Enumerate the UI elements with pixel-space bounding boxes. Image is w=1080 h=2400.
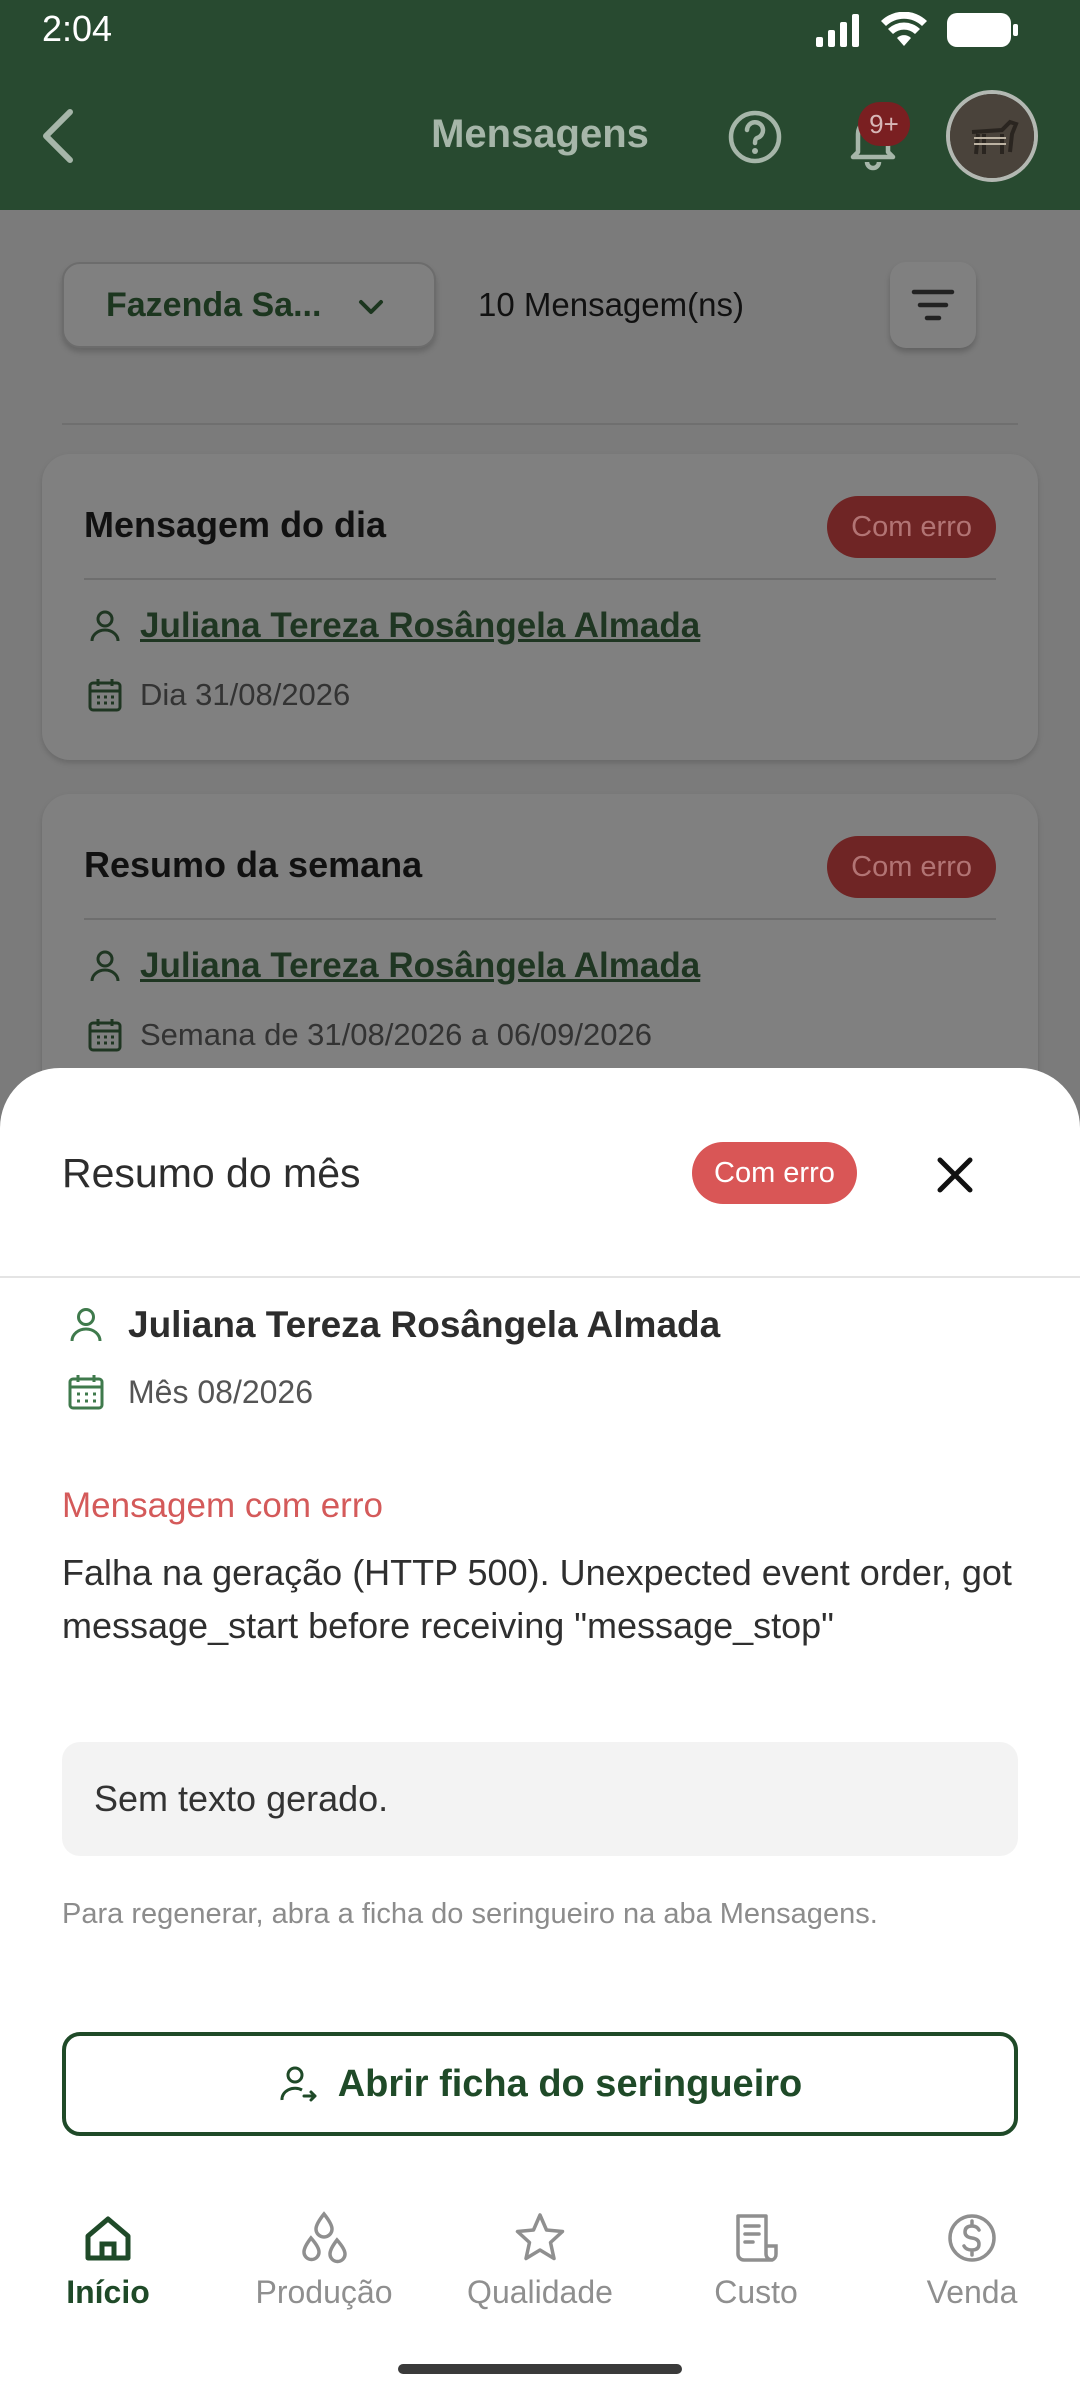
farm-select[interactable]: Fazenda Sa... [62, 262, 436, 348]
nav-item-producao[interactable]: Produção [216, 2180, 432, 2340]
card-divider [84, 578, 996, 580]
app-header: 2:04 Mensagens 9+ [0, 0, 1080, 210]
user-arrow-icon [280, 2066, 317, 2102]
card-person-name: Juliana Tereza Rosângela Almada [140, 606, 701, 645]
dollar-icon [948, 2214, 996, 2262]
calendar-icon [68, 1375, 104, 1410]
calendar-icon [88, 1019, 122, 1052]
status-badge: Com erro [827, 836, 996, 898]
divider [62, 423, 1018, 425]
battery-icon [947, 13, 1018, 47]
home-icon [85, 2216, 131, 2261]
sheet-person: Juliana Tereza Rosângela Almada [66, 1304, 720, 1346]
card-date-text: Semana de 31/08/2026 a 06/09/2026 [140, 1017, 652, 1052]
generated-text: Sem texto gerado. [94, 1778, 389, 1819]
chevron-down-icon [359, 300, 383, 314]
nav-label: Início [66, 2274, 150, 2310]
star-icon [515, 2213, 565, 2261]
error-text: Falha na geração (HTTP 500). Unexpected … [62, 1552, 1012, 1646]
help-button[interactable] [726, 108, 784, 166]
card-person-link[interactable]: Juliana Tereza Rosângela Almada [86, 946, 700, 986]
user-icon [70, 1308, 102, 1342]
message-card[interactable]: Mensagem do dia Com erro Juliana Tereza … [42, 454, 1038, 760]
error-heading: Mensagem com erro [62, 1486, 383, 1525]
status-badge: Com erro [692, 1142, 857, 1204]
filter-button[interactable] [890, 262, 976, 348]
nav-item-inicio[interactable]: Início [0, 2180, 216, 2340]
user-icon [90, 950, 120, 982]
card-divider [84, 918, 996, 920]
farm-select-label: Fazenda Sa... [106, 285, 322, 324]
card-title: Resumo da semana [84, 844, 423, 885]
card-person-link[interactable]: Juliana Tereza Rosângela Almada [86, 606, 700, 646]
nav-item-custo[interactable]: Custo [648, 2180, 864, 2340]
status-time: 2:04 [42, 8, 113, 49]
regenerate-hint: Para regenerar, abra a ficha do seringue… [62, 1898, 878, 1930]
card-person-name: Juliana Tereza Rosângela Almada [140, 946, 701, 985]
open-profile-button[interactable]: Abrir ficha do seringueiro [62, 2032, 1018, 2136]
sheet-person-name: Juliana Tereza Rosângela Almada [128, 1304, 721, 1345]
card-title: Mensagem do dia [84, 504, 387, 545]
drops-icon [302, 2211, 347, 2264]
notification-badge: 9+ [858, 102, 910, 146]
home-indicator [398, 2364, 682, 2374]
filter-icon [911, 289, 955, 321]
status-badge: Com erro [827, 496, 996, 558]
bottom-nav: Início Produção Qualidade Custo Venda [0, 2180, 1080, 2340]
zebra-avatar-icon [950, 94, 1034, 178]
calendar-icon [88, 679, 122, 712]
signal-icon [816, 14, 859, 47]
nav-item-qualidade[interactable]: Qualidade [432, 2180, 648, 2340]
open-profile-label: Abrir ficha do seringueiro [337, 2062, 803, 2105]
page-title: Mensagens [431, 112, 649, 156]
message-card[interactable]: Resumo da semana Com erro Juliana Tereza… [42, 794, 1038, 1100]
nav-label: Custo [714, 2274, 798, 2310]
sheet-month: Mês 08/2026 [66, 1372, 313, 1412]
message-count: 10 Mensagem(ns) [478, 286, 744, 323]
receipt-icon [736, 2214, 778, 2262]
nav-label: Produção [255, 2274, 393, 2310]
user-icon [90, 610, 120, 642]
avatar[interactable] [946, 90, 1038, 182]
sheet-month-text: Mês 08/2026 [128, 1373, 314, 1410]
wifi-icon [881, 12, 927, 46]
status-icons [814, 12, 1020, 48]
card-date: Dia 31/08/2026 [86, 676, 350, 714]
sheet-divider [0, 1276, 1080, 1278]
close-icon [937, 1157, 973, 1193]
nav-label: Qualidade [467, 2274, 613, 2310]
nav-item-venda[interactable]: Venda [864, 2180, 1080, 2340]
card-date: Semana de 31/08/2026 a 06/09/2026 [86, 1016, 652, 1054]
close-button[interactable] [928, 1148, 982, 1202]
card-date-text: Dia 31/08/2026 [140, 677, 351, 712]
nav-label: Venda [926, 2274, 1018, 2310]
generated-text-box: Sem texto gerado. [62, 1742, 1018, 1856]
help-icon [728, 110, 782, 164]
sheet-title: Resumo do mês [62, 1150, 361, 1196]
